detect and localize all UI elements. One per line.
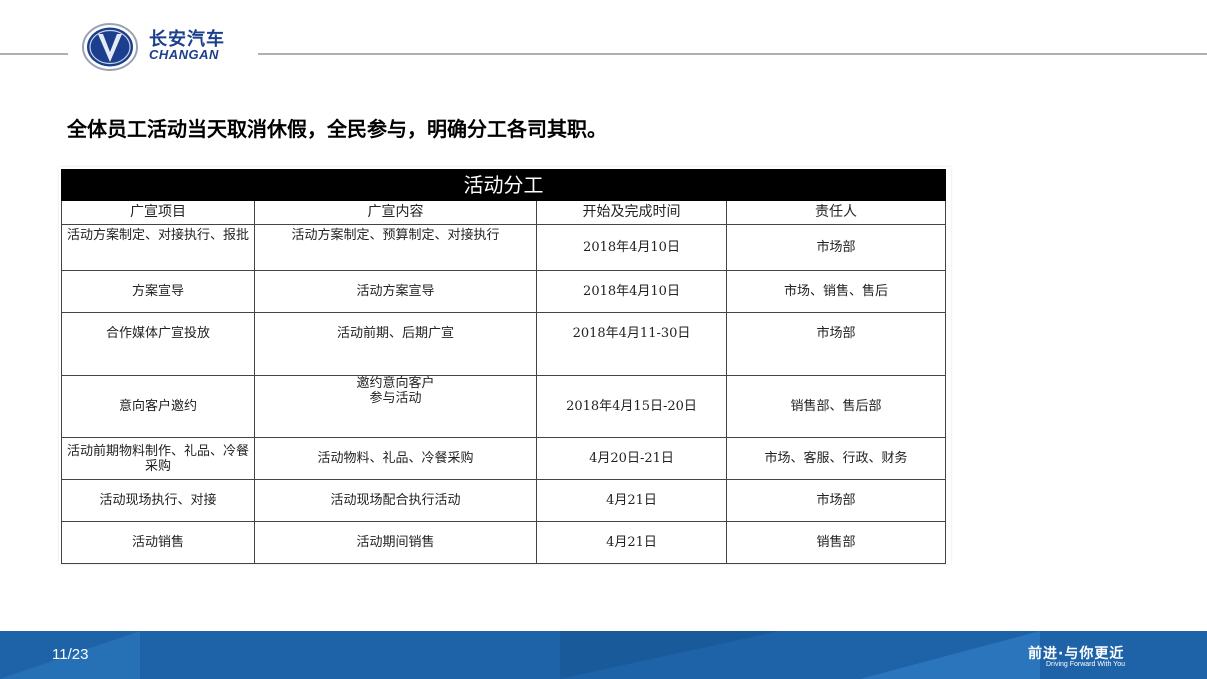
table-cell: 活动期间销售 [254,521,537,564]
slogan-en: Driving Forward With You [1046,661,1125,668]
column-header: 广宣内容 [254,200,537,225]
table-cell: 市场部 [726,224,946,271]
table-header-row: 广宣项目 广宣内容 开始及完成时间 责任人 [61,200,946,225]
table-row: 方案宣导 活动方案宣导 2018年4月10日 市场、销售、售后 [61,270,946,313]
slogan-cn: 前进·与你更近 [1028,646,1125,662]
table-cell: 市场、客服、行政、财务 [726,437,946,480]
table-cell: 活动前期、后期广宣 [254,312,537,376]
table-cell: 方案宣导 [61,270,255,313]
footer-decor-shape [860,631,1040,679]
changan-logo-icon [82,23,138,71]
column-header: 广宣项目 [61,200,255,225]
table-cell: 4月21日 [536,479,727,522]
table-cell: 活动销售 [61,521,255,564]
task-assignment-table: 活动分工 广宣项目 广宣内容 开始及完成时间 责任人 活动方案制定、对接执行、报… [61,169,946,564]
column-header: 开始及完成时间 [536,200,727,225]
table-cell: 销售部 [726,521,946,564]
table-cell: 活动现场配合执行活动 [254,479,537,522]
task-table-frame: 活动分工 广宣项目 广宣内容 开始及完成时间 责任人 活动方案制定、对接执行、报… [59,167,951,564]
table-row: 意向客户邀约 邀约意向客户 参与活动 2018年4月15日-20日 销售部、售后… [61,375,946,438]
table-cell: 市场部 [726,312,946,376]
table-cell: 销售部、售后部 [726,375,946,438]
table-cell: 活动方案宣导 [254,270,537,313]
table-cell: 4月20日-21日 [536,437,727,480]
table-cell: 4月21日 [536,521,727,564]
table-cell: 2018年4月10日 [536,224,727,271]
table-cell: 2018年4月10日 [536,270,727,313]
table-row: 活动现场执行、对接 活动现场配合执行活动 4月21日 市场部 [61,479,946,522]
brand-name-en: CHANGAN [149,47,219,62]
table-cell: 意向客户邀约 [61,375,255,438]
header-rule-left [0,53,68,55]
headline: 全体员工活动当天取消休假，全民参与，明确分工各司其职。 [67,117,607,141]
footer-bar: 11/23 前进·与你更近 Driving Forward With You [0,631,1207,679]
table-cell: 合作媒体广宣投放 [61,312,255,376]
table-cell: 邀约意向客户 参与活动 [254,375,537,438]
table-cell: 市场部 [726,479,946,522]
header-rule-right [258,53,1207,55]
table-title: 活动分工 [61,169,946,201]
page-number: 11/23 [52,646,89,663]
table-cell: 2018年4月11-30日 [536,312,727,376]
footer-decor-shape [560,631,780,679]
table-cell: 市场、销售、售后 [726,270,946,313]
table-row: 活动前期物料制作、礼品、冷餐采购 活动物料、礼品、冷餐采购 4月20日-21日 … [61,437,946,480]
table-cell: 活动方案制定、对接执行、报批 [61,224,255,271]
table-row: 活动销售 活动期间销售 4月21日 销售部 [61,521,946,564]
table-cell: 活动物料、礼品、冷餐采购 [254,437,537,480]
table-cell: 活动前期物料制作、礼品、冷餐采购 [61,437,255,480]
table-cell: 2018年4月15日-20日 [536,375,727,438]
table-cell: 活动方案制定、预算制定、对接执行 [254,224,537,271]
table-row: 活动方案制定、对接执行、报批 活动方案制定、预算制定、对接执行 2018年4月1… [61,224,946,271]
table-cell: 活动现场执行、对接 [61,479,255,522]
table-title-row: 活动分工 [61,169,946,201]
column-header: 责任人 [726,200,946,225]
table-row: 合作媒体广宣投放 活动前期、后期广宣 2018年4月11-30日 市场部 [61,312,946,376]
